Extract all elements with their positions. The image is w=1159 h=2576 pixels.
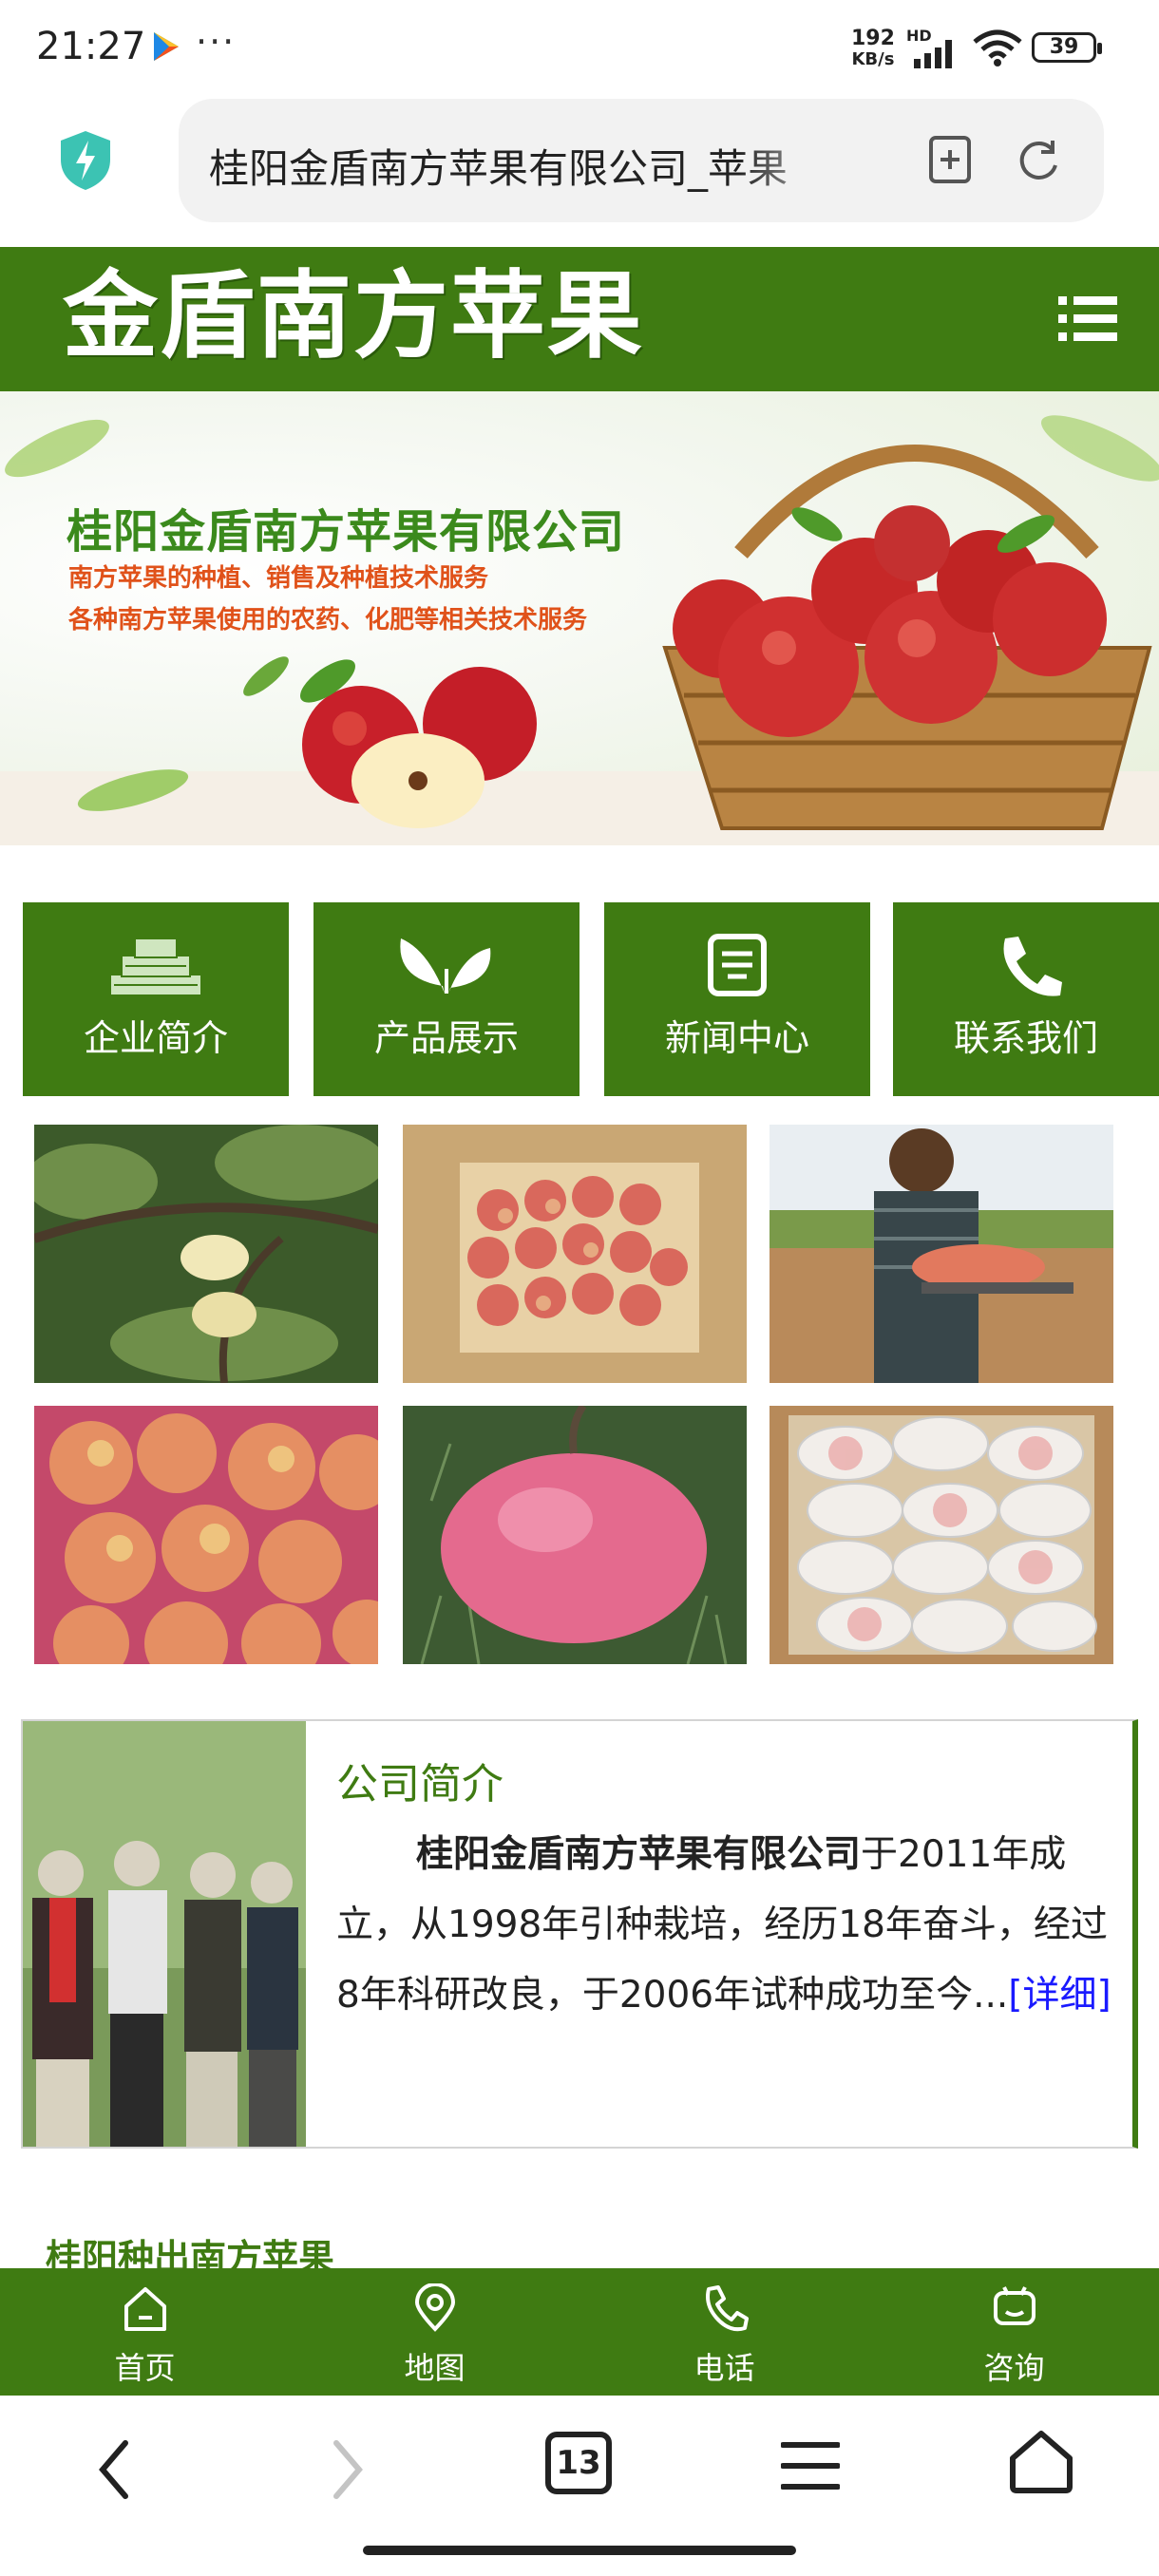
signal-icon [914, 40, 952, 68]
product-photo[interactable] [34, 1406, 378, 1664]
banner-line-2: 各种南方苹果使用的农药、化肥等相关技术服务 [68, 606, 588, 635]
home-icon [124, 2287, 166, 2331]
bottom-nav-label: 咨询 [983, 2350, 1045, 2386]
bottom-nav-label: 地图 [404, 2350, 466, 2386]
home-icon[interactable] [1007, 2428, 1075, 2496]
product-photo[interactable] [403, 1125, 747, 1383]
address-bar[interactable]: 桂阳金盾南方苹果有限公司_苹果 [179, 99, 1104, 222]
gesture-home-indicator[interactable] [363, 2546, 796, 2555]
building-icon [109, 938, 202, 996]
tile-contact[interactable]: 联系我们 [893, 902, 1159, 1096]
tile-label: 企业简介 [83, 1017, 228, 1059]
product-photo[interactable] [770, 1125, 1113, 1383]
nav-tiles: 企业简介 产品展示 新闻中心 联系我们 [23, 902, 1159, 1096]
bottom-nav-phone[interactable]: 电话 [580, 2268, 869, 2396]
play-store-icon [154, 32, 179, 61]
bottom-nav-label: 首页 [114, 2350, 176, 2386]
intro-body: 桂阳金盾南方苹果有限公司于2011年成立，从1998年引种栽培，经历18年奋斗，… [336, 1820, 1125, 2031]
phone-icon [706, 2285, 749, 2332]
phone-icon [1003, 937, 1062, 996]
news-icon [708, 934, 767, 996]
tabs-icon[interactable]: 13 [545, 2432, 612, 2494]
site-bottom-nav: 首页 地图 电话 咨询 [0, 2268, 1159, 2396]
bottom-nav-consult[interactable]: 咨询 [869, 2268, 1159, 2396]
forward-icon[interactable] [329, 2435, 367, 2504]
chat-icon [994, 2286, 1036, 2325]
browser-address-row: 桂阳金盾南方苹果有限公司_苹果 [0, 95, 1159, 247]
net-speed-value: 192 [851, 27, 895, 50]
more-notifications-icon: ··· [196, 21, 237, 63]
status-time: 21:27 [36, 25, 146, 68]
site-header: 金盾南方苹果 [0, 247, 1159, 394]
hero-banner[interactable]: 桂阳金盾南方苹果有限公司 南方苹果的种植、销售及种植技术服务 各种南方苹果使用的… [0, 391, 1159, 845]
shield-icon[interactable] [57, 129, 114, 192]
menu-icon[interactable] [781, 2439, 840, 2492]
tile-company-intro[interactable]: 企业简介 [23, 902, 289, 1096]
battery-icon: 39 [1032, 32, 1102, 63]
banner-title: 桂阳金盾南方苹果有限公司 [66, 505, 626, 559]
reload-icon[interactable] [1015, 137, 1062, 184]
tile-label: 新闻中心 [664, 1017, 809, 1059]
tile-label: 产品展示 [373, 1017, 519, 1059]
menu-icon[interactable] [1058, 294, 1117, 344]
bottom-nav-label: 电话 [694, 2350, 755, 2386]
product-photo[interactable] [770, 1406, 1113, 1664]
net-speed-unit: KB/s [851, 49, 895, 69]
intro-photo[interactable] [23, 1721, 306, 2147]
tile-label: 联系我们 [953, 1017, 1098, 1059]
tile-products[interactable]: 产品展示 [314, 902, 580, 1096]
product-photo[interactable] [403, 1406, 747, 1664]
bottom-nav-home[interactable]: 首页 [0, 2268, 290, 2396]
tile-news[interactable]: 新闻中心 [604, 902, 870, 1096]
intro-title: 公司简介 [336, 1760, 504, 1809]
net-speed: 192 KB/s [851, 28, 895, 70]
leaf-icon [400, 938, 491, 994]
banner-line-1: 南方苹果的种植、销售及种植技术服务 [68, 564, 489, 593]
wifi-icon [973, 29, 1022, 66]
map-pin-icon [414, 2283, 456, 2332]
product-photo[interactable] [34, 1125, 378, 1383]
back-icon[interactable] [95, 2435, 133, 2504]
site-logo[interactable]: 金盾南方苹果 [63, 264, 644, 369]
url-text[interactable]: 桂阳金盾南方苹果有限公司_苹果 [209, 137, 855, 195]
intro-company-name: 桂阳金盾南方苹果有限公司 [416, 1833, 862, 1876]
status-bar: 21:27 ··· 192 KB/s HD 39 [0, 0, 1159, 95]
bottom-nav-map[interactable]: 地图 [290, 2268, 580, 2396]
company-intro-card: 公司简介 桂阳金盾南方苹果有限公司于2011年成立，从1998年引种栽培，经历1… [21, 1719, 1138, 2149]
browser-toolbar: 13 [0, 2396, 1159, 2576]
intro-more-link[interactable]: [详细] [1008, 1974, 1111, 2017]
add-bookmark-icon[interactable] [927, 135, 973, 184]
